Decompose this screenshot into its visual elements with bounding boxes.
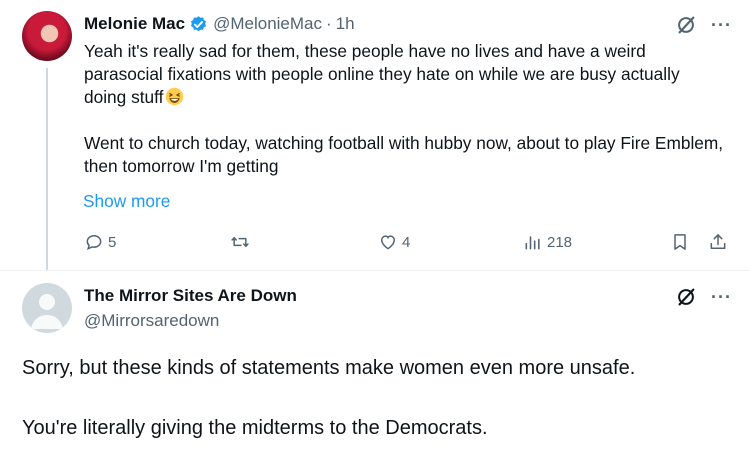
tweet-actions: 5 4 218: [0, 232, 750, 254]
paragraph: You're literally giving the midterms to …: [22, 417, 488, 439]
tweet-text: Yeah it's really sad for them, these peo…: [84, 40, 724, 178]
handle[interactable]: @MelonieMac: [213, 14, 322, 34]
grok-icon[interactable]: [675, 14, 697, 36]
views-icon: [525, 236, 540, 250]
views-count: 218: [547, 233, 573, 251]
heart-icon: [380, 235, 396, 250]
tweet-header: Melonie Mac @MelonieMac · 1h: [84, 13, 355, 35]
paragraph: Sorry, but these kinds of statements mak…: [22, 357, 636, 379]
tweet-mirror-sites[interactable]: The Mirror Sites Are Down @Mirrorsaredow…: [0, 271, 750, 446]
reply-icon: [86, 234, 102, 250]
reply-count: 5: [108, 233, 117, 251]
tweet-text-part2: Went to church today, watching football …: [84, 133, 724, 176]
reply-button[interactable]: 5: [84, 232, 116, 252]
display-name[interactable]: The Mirror Sites Are Down: [84, 286, 297, 306]
separator: ·: [326, 14, 332, 33]
retweet-icon: [231, 237, 249, 247]
grok-icon[interactable]: [675, 286, 697, 308]
handle[interactable]: @Mirrorsaredown: [84, 311, 219, 331]
like-button[interactable]: 4: [378, 232, 410, 252]
default-avatar-icon: [31, 294, 63, 329]
bookmark-icon: [674, 234, 686, 250]
more-options-icon[interactable]: ···: [711, 288, 732, 306]
avatar-default[interactable]: [22, 283, 72, 333]
share-icon: [710, 234, 726, 249]
tweet-melonie[interactable]: Melonie Mac @MelonieMac · 1h ··· Yeah it…: [0, 0, 750, 270]
retweet-button[interactable]: [230, 232, 254, 252]
like-count: 4: [402, 233, 411, 251]
more-options-icon[interactable]: ···: [711, 16, 732, 34]
grinning-squinting-face-icon: [166, 87, 184, 106]
share-button[interactable]: [708, 232, 728, 252]
views-button[interactable]: 218: [523, 232, 572, 252]
show-more-link[interactable]: Show more: [83, 191, 170, 212]
timestamp[interactable]: 1h: [336, 14, 355, 34]
avatar[interactable]: [22, 11, 72, 61]
verified-badge-icon: [191, 15, 207, 31]
tweet-text: Sorry, but these kinds of statements mak…: [22, 353, 732, 473]
display-name[interactable]: Melonie Mac: [84, 14, 185, 34]
bookmark-button[interactable]: [670, 232, 690, 252]
